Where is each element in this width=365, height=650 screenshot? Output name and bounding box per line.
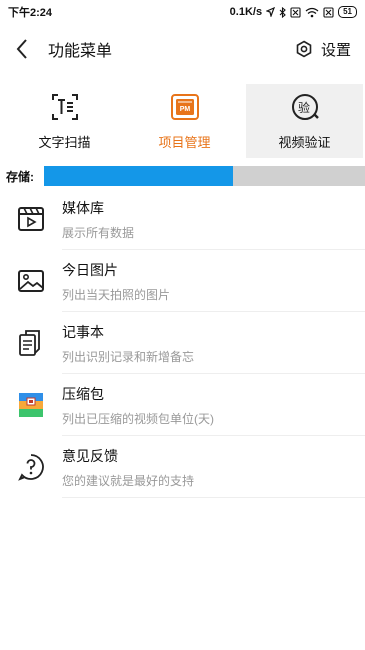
feature-tabs: 文字扫描 PM 项目管理 验 视频验证 — [0, 84, 365, 158]
svg-text:验: 验 — [297, 100, 309, 115]
menu-item-title: 压缩包 — [62, 385, 104, 402]
bluetooth-icon — [279, 6, 286, 18]
notepad-icon — [16, 328, 46, 358]
feature-label: 项目管理 — [158, 135, 211, 150]
sim-off-icon — [290, 6, 301, 18]
network-speed: 0.1K/s — [229, 6, 263, 18]
app-header: 功能菜单 设置 — [0, 24, 365, 74]
status-time: 下午2:24 — [8, 7, 53, 19]
wifi-icon — [305, 7, 319, 17]
storage-track — [44, 166, 365, 186]
image-icon — [16, 266, 46, 296]
menu-item-title: 意见反馈 — [62, 447, 118, 464]
project-pm-icon: PM — [170, 92, 200, 122]
divider — [62, 497, 365, 498]
feature-project-management[interactable]: PM 项目管理 — [126, 84, 243, 158]
menu-item-subtitle: 列出已压缩的视频包单位(天) — [62, 411, 214, 426]
svg-text:PM: PM — [179, 106, 190, 113]
menu-item-notepad[interactable]: 记事本 列出识别记录和新增备忘 — [0, 312, 365, 374]
settings-label: 设置 — [320, 41, 351, 59]
storage-bar: 存储: — [6, 165, 365, 187]
menu-item-archive[interactable]: 压缩包 列出已压缩的视频包单位(天) — [0, 374, 365, 436]
archive-icon — [16, 390, 46, 420]
menu-item-subtitle: 列出识别记录和新增备忘 — [62, 349, 195, 364]
status-bar: 下午2:24 0.1K/s 51 — [0, 0, 365, 24]
menu-item-subtitle: 列出当天拍照的图片 — [62, 287, 171, 302]
battery-icon: 51 — [338, 6, 357, 18]
feedback-icon — [16, 452, 46, 482]
back-button[interactable] — [0, 24, 44, 74]
location-icon — [266, 7, 276, 17]
storage-fill — [44, 166, 234, 186]
storage-label: 存储: — [6, 169, 34, 184]
chevron-left-icon — [16, 39, 27, 59]
menu-item-today-images[interactable]: 今日图片 列出当天拍照的图片 — [0, 250, 365, 312]
menu-item-title: 媒体库 — [62, 199, 104, 216]
menu-item-subtitle: 您的建议就是最好的支持 — [62, 473, 195, 488]
menu-item-feedback[interactable]: 意见反馈 您的建议就是最好的支持 — [0, 436, 365, 498]
page-title: 功能菜单 — [48, 43, 113, 60]
menu-list: 媒体库 展示所有数据 今日图片 列出当天拍照的图片 记事本 列出识别记录和新增备… — [0, 188, 365, 498]
menu-item-subtitle: 展示所有数据 — [62, 225, 135, 240]
menu-item-title: 记事本 — [62, 323, 104, 340]
menu-item-title: 今日图片 — [62, 261, 118, 278]
feature-text-scan[interactable]: 文字扫描 — [6, 84, 123, 158]
sim-x-icon — [323, 6, 334, 18]
text-scan-icon — [50, 92, 80, 122]
feature-label: 视频验证 — [278, 135, 331, 150]
media-library-icon — [16, 204, 46, 234]
video-verify-icon: 验 — [290, 92, 320, 122]
feature-video-verify[interactable]: 验 视频验证 — [246, 84, 363, 158]
menu-item-media-library[interactable]: 媒体库 展示所有数据 — [0, 188, 365, 250]
gear-icon — [296, 40, 312, 58]
feature-label: 文字扫描 — [38, 135, 91, 150]
settings-button[interactable]: 设置 — [295, 39, 365, 60]
status-right: 0.1K/s 51 — [230, 6, 357, 18]
